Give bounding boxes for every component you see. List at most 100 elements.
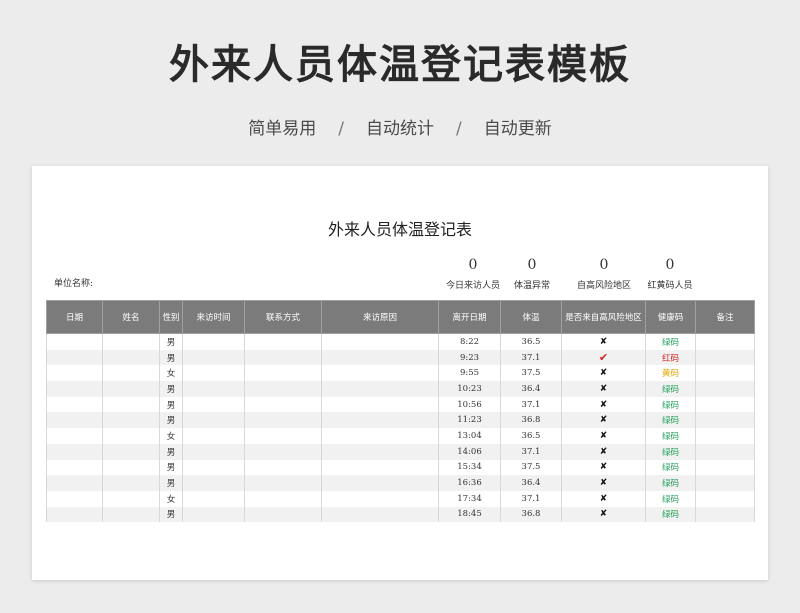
cell-name[interactable] (102, 490, 160, 507)
cell-high-risk[interactable]: ✘ (561, 428, 646, 444)
cell-date[interactable] (46, 490, 103, 507)
cell-high-risk[interactable]: ✘ (561, 459, 646, 476)
cell-health-code[interactable]: 红码 (645, 349, 696, 366)
cell-leave-time[interactable]: 17:34 (438, 490, 501, 507)
cell-leave-time[interactable]: 10:56 (438, 396, 501, 413)
cell-name[interactable] (102, 349, 160, 366)
cell-temperature[interactable]: 37.1 (500, 349, 562, 366)
cell-high-risk[interactable]: ✔ (561, 349, 646, 366)
cell-remark[interactable] (695, 506, 755, 523)
cell-temperature[interactable]: 37.1 (500, 396, 562, 413)
cell-date[interactable] (46, 349, 103, 366)
cell-remark[interactable] (695, 443, 755, 460)
cell-leave-time[interactable]: 16:36 (438, 475, 501, 491)
cell-temperature[interactable]: 36.8 (500, 506, 562, 523)
cell-remark[interactable] (695, 381, 755, 397)
cell-temperature[interactable]: 36.8 (500, 412, 562, 429)
cell-date[interactable] (46, 443, 103, 460)
cell-temperature[interactable]: 36.4 (500, 475, 562, 491)
cell-gender[interactable]: 男 (159, 333, 183, 350)
cell-leave-time[interactable]: 15:34 (438, 459, 501, 476)
cell-high-risk[interactable]: ✘ (561, 381, 646, 397)
cell-health-code[interactable]: 绿码 (645, 475, 696, 491)
cell-gender[interactable]: 男 (159, 506, 183, 523)
cell-visit-time[interactable] (182, 365, 245, 382)
cell-name[interactable] (102, 475, 160, 491)
cell-remark[interactable] (695, 396, 755, 413)
cell-gender[interactable]: 男 (159, 349, 183, 366)
cell-remark[interactable] (695, 349, 755, 366)
cell-high-risk[interactable]: ✘ (561, 365, 646, 382)
cell-temperature[interactable]: 37.1 (500, 443, 562, 460)
cell-visit-reason[interactable] (321, 333, 439, 350)
cell-health-code[interactable]: 绿码 (645, 396, 696, 413)
cell-visit-time[interactable] (182, 381, 245, 397)
cell-contact[interactable] (244, 428, 322, 444)
cell-gender[interactable]: 女 (159, 428, 183, 444)
cell-visit-reason[interactable] (321, 428, 439, 444)
cell-contact[interactable] (244, 443, 322, 460)
cell-contact[interactable] (244, 490, 322, 507)
cell-leave-time[interactable]: 18:45 (438, 506, 501, 523)
cell-high-risk[interactable]: ✘ (561, 396, 646, 413)
cell-gender[interactable]: 男 (159, 381, 183, 397)
cell-leave-time[interactable]: 9:55 (438, 365, 501, 382)
cell-contact[interactable] (244, 459, 322, 476)
cell-gender[interactable]: 男 (159, 475, 183, 491)
cell-name[interactable] (102, 459, 160, 476)
cell-date[interactable] (46, 381, 103, 397)
cell-health-code[interactable]: 绿码 (645, 443, 696, 460)
cell-visit-reason[interactable] (321, 443, 439, 460)
cell-visit-time[interactable] (182, 349, 245, 366)
cell-visit-time[interactable] (182, 396, 245, 413)
cell-remark[interactable] (695, 333, 755, 350)
cell-visit-reason[interactable] (321, 412, 439, 429)
cell-date[interactable] (46, 396, 103, 413)
cell-remark[interactable] (695, 490, 755, 507)
cell-date[interactable] (46, 459, 103, 476)
cell-health-code[interactable]: 绿码 (645, 459, 696, 476)
cell-name[interactable] (102, 396, 160, 413)
cell-visit-time[interactable] (182, 475, 245, 491)
cell-leave-time[interactable]: 14:06 (438, 443, 501, 460)
cell-contact[interactable] (244, 349, 322, 366)
cell-visit-time[interactable] (182, 443, 245, 460)
cell-gender[interactable]: 男 (159, 459, 183, 476)
cell-visit-reason[interactable] (321, 349, 439, 366)
cell-name[interactable] (102, 506, 160, 523)
cell-contact[interactable] (244, 333, 322, 350)
cell-visit-reason[interactable] (321, 381, 439, 397)
cell-temperature[interactable]: 36.5 (500, 428, 562, 444)
cell-temperature[interactable]: 37.5 (500, 459, 562, 476)
cell-health-code[interactable]: 绿码 (645, 490, 696, 507)
cell-temperature[interactable]: 37.5 (500, 365, 562, 382)
cell-leave-time[interactable]: 10:23 (438, 381, 501, 397)
cell-visit-time[interactable] (182, 333, 245, 350)
cell-remark[interactable] (695, 365, 755, 382)
cell-gender[interactable]: 男 (159, 443, 183, 460)
cell-health-code[interactable]: 绿码 (645, 412, 696, 429)
cell-name[interactable] (102, 443, 160, 460)
cell-visit-reason[interactable] (321, 396, 439, 413)
cell-gender[interactable]: 女 (159, 490, 183, 507)
cell-health-code[interactable]: 黄码 (645, 365, 696, 382)
cell-leave-time[interactable]: 13:04 (438, 428, 501, 444)
cell-date[interactable] (46, 365, 103, 382)
cell-health-code[interactable]: 绿码 (645, 506, 696, 523)
cell-temperature[interactable]: 36.4 (500, 381, 562, 397)
cell-high-risk[interactable]: ✘ (561, 490, 646, 507)
cell-gender[interactable]: 女 (159, 365, 183, 382)
cell-name[interactable] (102, 428, 160, 444)
cell-date[interactable] (46, 428, 103, 444)
cell-visit-reason[interactable] (321, 459, 439, 476)
cell-health-code[interactable]: 绿码 (645, 333, 696, 350)
cell-contact[interactable] (244, 381, 322, 397)
cell-gender[interactable]: 男 (159, 412, 183, 429)
cell-name[interactable] (102, 333, 160, 350)
cell-contact[interactable] (244, 506, 322, 523)
cell-leave-time[interactable]: 8:22 (438, 333, 501, 350)
cell-visit-reason[interactable] (321, 506, 439, 523)
cell-remark[interactable] (695, 459, 755, 476)
cell-date[interactable] (46, 475, 103, 491)
cell-high-risk[interactable]: ✘ (561, 412, 646, 429)
